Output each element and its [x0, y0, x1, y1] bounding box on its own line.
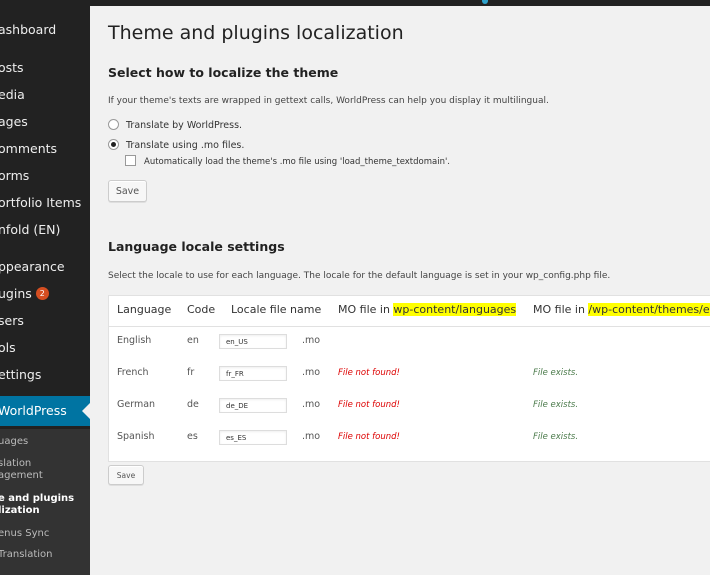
menu-item-posts[interactable]: osts — [0, 56, 90, 80]
status-file-exists: File exists. — [533, 400, 579, 410]
submenu-theme-plugins-line1[interactable]: e and plugins — [0, 493, 74, 505]
radio-translate-using-mo[interactable]: Translate using .mo files. — [108, 139, 244, 151]
locale-input-es[interactable]: es_ES — [219, 430, 287, 445]
locale-table: Language Code Locale file name MO file i… — [108, 295, 710, 462]
save-locale-button[interactable]: Save — [108, 465, 144, 485]
status-file-not-found: File not found! — [338, 432, 400, 442]
admin-sidebar: ashboard osts edia ages omments orms ort… — [0, 6, 90, 575]
checkbox-box[interactable] — [125, 155, 136, 166]
menu-item-users[interactable]: sers — [0, 309, 90, 333]
section-locale-description: Select the locale to use for each langua… — [108, 271, 611, 281]
save-theme-button[interactable]: Save — [108, 180, 147, 202]
header-code: Code — [187, 303, 216, 316]
active-menu-arrow — [82, 403, 90, 419]
menu-item-portfolio[interactable]: ortfolio Items — [0, 191, 90, 215]
status-file-exists: File exists. — [533, 432, 579, 442]
cell-mo-extension: .mo — [302, 431, 321, 442]
cell-code: de — [187, 399, 199, 410]
cell-mo-extension: .mo — [302, 335, 321, 346]
section-theme-description: If your theme's texts are wrapped in get… — [108, 96, 549, 106]
locale-input-en[interactable]: en_US — [219, 334, 287, 349]
submenu-languages[interactable]: uages — [0, 436, 28, 448]
cell-code: fr — [187, 367, 195, 378]
header-divider — [109, 326, 710, 327]
status-file-not-found: File not found! — [338, 368, 400, 378]
locale-input-de[interactable]: de_DE — [219, 398, 287, 413]
cell-mo-extension: .mo — [302, 367, 321, 378]
menu-item-plugins[interactable]: ugins 2 — [0, 282, 90, 306]
plugins-update-badge: 2 — [35, 287, 49, 300]
cell-language: English — [117, 335, 152, 346]
menu-item-settings[interactable]: ettings — [0, 363, 90, 387]
cell-code: en — [187, 335, 199, 346]
page-title: Theme and plugins localization — [108, 22, 404, 44]
top-bar-indicator — [482, 0, 488, 4]
header-mo-languages: MO file in wp-content/languages — [338, 303, 517, 316]
highlighted-path-themes: /wp-content/themes/en — [588, 303, 710, 316]
submenu-menus-sync[interactable]: enus Sync — [0, 528, 49, 540]
menu-item-unfold[interactable]: nfold (EN) — [0, 218, 90, 242]
submenu-translation-management-line1[interactable]: slation — [0, 458, 31, 470]
section-locale-heading: Language locale settings — [108, 239, 285, 254]
checkbox-autoload-textdomain[interactable]: Automatically load the theme's .mo file … — [125, 155, 450, 167]
highlighted-path-languages: wp-content/languages — [393, 303, 517, 316]
menu-item-dashboard[interactable]: ashboard — [0, 18, 90, 42]
cell-language: Spanish — [117, 431, 155, 442]
menu-item-appearance[interactable]: ppearance — [0, 255, 90, 279]
menu-item-comments[interactable]: omments — [0, 137, 90, 161]
menu-item-pages[interactable]: ages — [0, 110, 90, 134]
submenu-theme-plugins-line2[interactable]: lization — [0, 505, 40, 517]
status-file-not-found: File not found! — [338, 400, 400, 410]
radio-button-on[interactable] — [108, 139, 119, 150]
header-mo-themes: MO file in /wp-content/themes/en — [533, 303, 710, 316]
submenu-string-translation[interactable]: Translation — [0, 549, 53, 561]
menu-item-forms[interactable]: orms — [0, 164, 90, 188]
radio-button-off[interactable] — [108, 119, 119, 130]
cell-mo-extension: .mo — [302, 399, 321, 410]
radio-translate-by-worldpress[interactable]: Translate by WorldPress. — [108, 119, 242, 131]
submenu-translation-management-line2[interactable]: agement — [0, 470, 43, 482]
status-file-exists: File exists. — [533, 368, 579, 378]
menu-item-tools[interactable]: ols — [0, 336, 90, 360]
section-theme-heading: Select how to localize the theme — [108, 65, 339, 80]
menu-item-worldpress[interactable]: WorldPress — [0, 396, 90, 426]
header-language: Language — [117, 303, 172, 316]
cell-language: French — [117, 367, 149, 378]
menu-item-media[interactable]: edia — [0, 83, 90, 107]
header-locale-file-name: Locale file name — [231, 303, 322, 316]
admin-top-bar — [0, 0, 710, 6]
locale-input-fr[interactable]: fr_FR — [219, 366, 287, 381]
cell-code: es — [187, 431, 198, 442]
cell-language: German — [117, 399, 156, 410]
worldpress-submenu: uages slation agement e and plugins liza… — [0, 429, 90, 575]
